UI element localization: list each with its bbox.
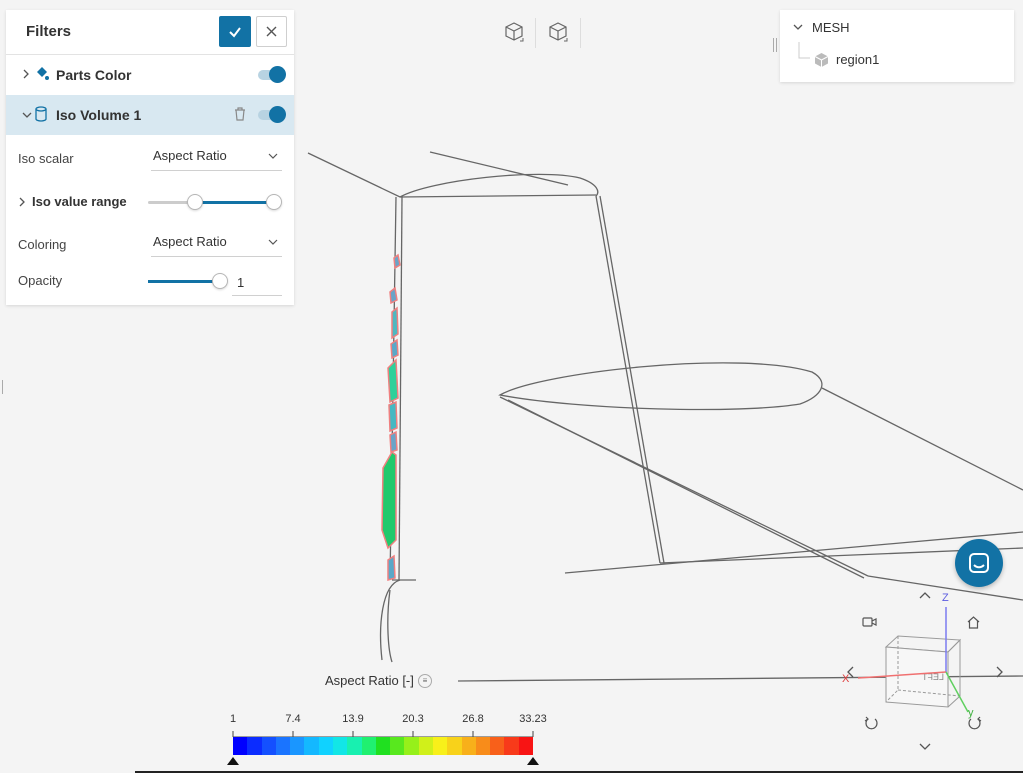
nav-cube[interactable]: LEFT Z X y <box>838 592 988 722</box>
legend-color-band <box>418 737 433 755</box>
filters-title: Filters <box>26 23 72 40</box>
legend-color-band <box>390 737 405 755</box>
apply-button[interactable] <box>219 16 251 47</box>
opacity-value: 1 <box>237 275 245 290</box>
chevron-down-icon <box>268 239 278 245</box>
legend-color-band <box>233 737 248 755</box>
close-button[interactable] <box>256 16 287 47</box>
toolbar-divider-right <box>580 18 581 48</box>
range-high-thumb[interactable] <box>266 194 282 210</box>
toolbar-divider <box>535 18 536 48</box>
mesh-tree-title: MESH <box>812 20 850 35</box>
legend-color-band <box>475 737 491 755</box>
view-cube-alt-icon[interactable] <box>546 20 570 44</box>
legend-min-marker[interactable] <box>227 757 239 765</box>
parts-color-label: Parts Color <box>56 67 132 83</box>
legend-color-band <box>347 737 362 755</box>
legend-color-bar <box>233 737 533 755</box>
chevron-right-icon[interactable] <box>22 69 30 79</box>
coloring-value: Aspect Ratio <box>153 234 227 249</box>
panel-resize-handle[interactable] <box>773 38 777 52</box>
view-cube-icon[interactable] <box>502 20 526 44</box>
chevron-down-icon <box>268 153 278 159</box>
iso-volume-toggle[interactable] <box>258 106 286 123</box>
legend-color-band <box>247 737 262 755</box>
rotate-right-icon[interactable] <box>995 665 1005 679</box>
mesh-item-region1[interactable]: region1 <box>836 52 879 67</box>
filters-header: Filters <box>6 10 294 55</box>
legend-color-band <box>518 737 533 755</box>
legend-color-band <box>375 737 391 755</box>
region-cube-icon <box>814 53 829 67</box>
trash-icon[interactable] <box>234 107 246 121</box>
legend-color-band <box>290 737 305 755</box>
mesh-tree-panel: MESH region1 <box>780 10 1014 82</box>
legend-color-band <box>275 737 291 755</box>
chat-launcher-button[interactable] <box>955 539 1003 587</box>
legend-tick-label: 13.9 <box>342 713 364 725</box>
legend-tick-label: 7.4 <box>285 713 301 725</box>
filters-panel: Filters Parts Color Iso Volume 1 Iso sca… <box>6 10 294 305</box>
filter-row-parts-color[interactable]: Parts Color <box>6 55 294 95</box>
tree-connector <box>798 42 810 59</box>
iso-scalar-select[interactable]: Aspect Ratio <box>151 145 282 171</box>
filter-row-iso-volume[interactable]: Iso Volume 1 <box>6 95 294 135</box>
iso-value-range-label: Iso value range <box>32 194 127 209</box>
paint-bucket-icon <box>37 67 49 80</box>
opacity-label: Opacity <box>18 273 63 288</box>
legend-color-band <box>432 737 448 755</box>
legend-menu-icon[interactable]: ≡ <box>418 674 432 688</box>
parts-color-toggle[interactable] <box>258 66 286 83</box>
range-low-thumb[interactable] <box>187 194 203 210</box>
check-icon <box>229 26 241 38</box>
opacity-input[interactable]: 1 <box>232 270 282 296</box>
axis-y-label: y <box>968 707 974 719</box>
legend-color-band <box>332 737 348 755</box>
axis-z-label: Z <box>942 592 949 604</box>
opacity-thumb[interactable] <box>212 273 228 289</box>
legend-max-marker[interactable] <box>527 757 539 765</box>
legend-color-band <box>304 737 319 755</box>
chat-icon <box>969 553 989 573</box>
rotate-down-icon[interactable] <box>918 742 932 752</box>
chevron-down-icon[interactable] <box>793 24 803 31</box>
iso-scalar-value: Aspect Ratio <box>153 148 227 163</box>
chevron-down-icon[interactable] <box>22 111 32 119</box>
iso-volume-region <box>381 253 401 581</box>
legend-tick-marks <box>232 731 534 737</box>
legend-color-band <box>404 737 419 755</box>
iso-volume-label: Iso Volume 1 <box>56 107 142 123</box>
legend-tick-label: 26.8 <box>462 713 484 725</box>
cylinder-icon <box>35 106 47 122</box>
axis-x-label: X <box>842 673 850 685</box>
legend-color-band <box>447 737 462 755</box>
iso-scalar-label: Iso scalar <box>18 151 74 166</box>
legend-title: Aspect Ratio [-] <box>325 673 414 688</box>
legend-color-band <box>461 737 476 755</box>
legend-color-band <box>261 737 276 755</box>
coloring-label: Coloring <box>18 237 67 252</box>
legend-color-band <box>318 737 333 755</box>
legend-color-band <box>504 737 519 755</box>
coloring-select[interactable]: Aspect Ratio <box>151 231 282 257</box>
legend-tick-label: 20.3 <box>402 713 424 725</box>
left-resize-handle[interactable] <box>2 380 3 394</box>
legend-tick-label: 33.23 <box>519 713 547 725</box>
legend-color-band <box>490 737 505 755</box>
legend-color-band <box>361 737 376 755</box>
close-icon <box>266 26 277 37</box>
legend-tick-label: 1 <box>229 713 237 725</box>
chevron-right-icon[interactable] <box>18 197 26 207</box>
